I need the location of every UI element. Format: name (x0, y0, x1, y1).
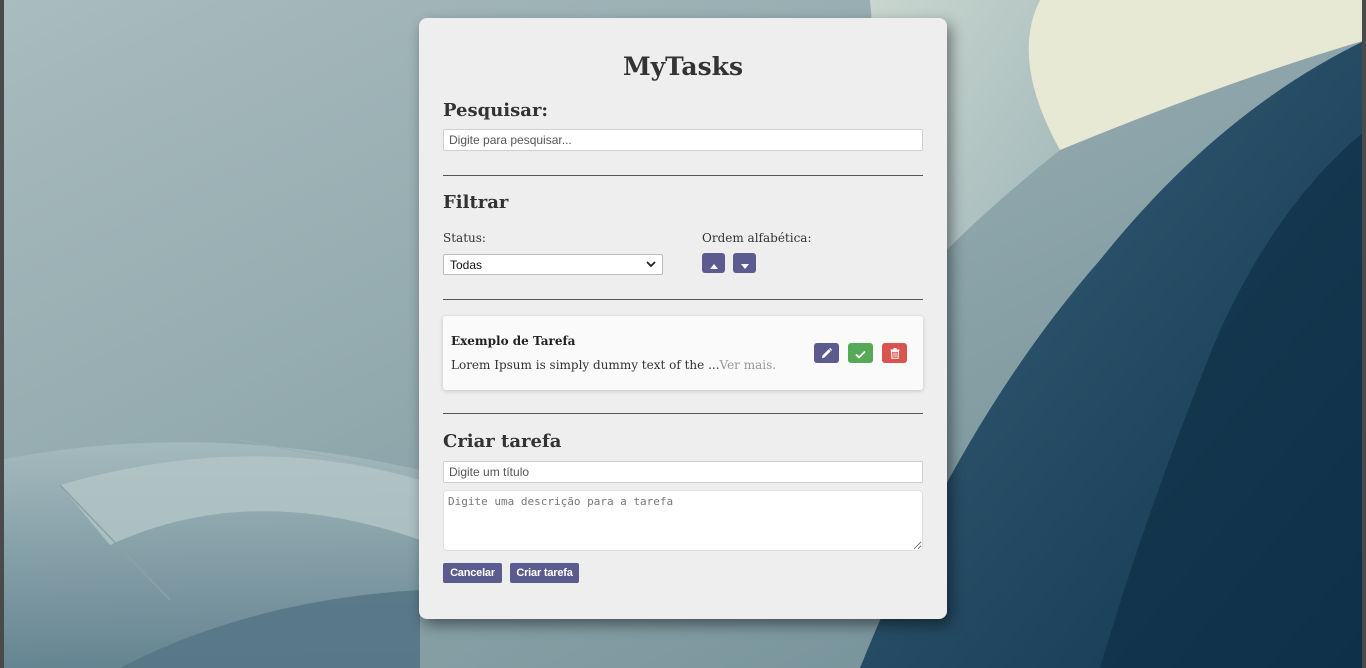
complete-task-button[interactable] (848, 343, 873, 363)
pencil-icon (821, 344, 833, 363)
cancel-button[interactable]: Cancelar (443, 563, 502, 583)
task-description-text: Lorem Ipsum is simply dummy text of the … (451, 358, 720, 372)
task-description: Lorem Ipsum is simply dummy text of the … (451, 358, 776, 372)
create-task-button[interactable]: Criar tarefa (510, 563, 579, 583)
search-heading: Pesquisar: (443, 100, 549, 121)
status-select-value: Todas (450, 257, 483, 272)
task-item: Exemplo de Tarefa Lorem Ipsum is simply … (443, 316, 923, 390)
status-select[interactable]: Todas (443, 254, 663, 275)
app-title: MyTasks (622, 52, 744, 81)
task-title: Exemplo de Tarefa (451, 334, 576, 348)
sort-ascending-button[interactable] (702, 253, 725, 273)
window-edge-right (1362, 0, 1366, 668)
sort-descending-button[interactable] (733, 253, 756, 273)
trash-icon (890, 344, 900, 363)
chevron-down-icon (646, 259, 656, 271)
caret-up-icon (709, 254, 718, 273)
task-title-input[interactable] (443, 461, 923, 483)
caret-down-icon (740, 254, 749, 273)
window-edge-left (0, 0, 4, 668)
divider (443, 299, 923, 300)
delete-task-button[interactable] (882, 343, 907, 363)
create-heading: Criar tarefa (443, 431, 562, 452)
status-label: Status: (443, 231, 486, 245)
divider (443, 413, 923, 414)
search-input[interactable] (443, 129, 923, 151)
tasks-card: MyTasks Pesquisar: Filtrar Status: Todas… (419, 18, 947, 619)
see-more-link[interactable]: Ver mais. (720, 358, 777, 372)
task-description-input[interactable] (443, 490, 923, 551)
filter-heading: Filtrar (443, 192, 509, 213)
order-label: Ordem alfabética: (702, 231, 812, 245)
check-icon (855, 344, 866, 363)
edit-task-button[interactable] (814, 343, 839, 363)
divider (443, 175, 923, 176)
